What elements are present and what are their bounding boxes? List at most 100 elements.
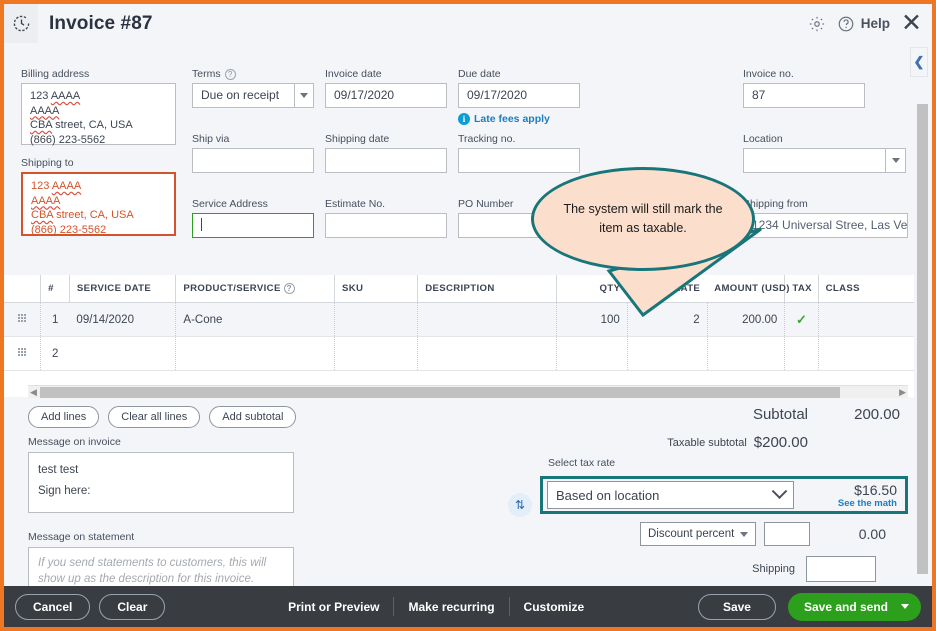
location-dropdown[interactable] <box>743 148 906 173</box>
row-sku[interactable] <box>335 337 418 371</box>
row-class[interactable] <box>818 303 918 337</box>
row-sku[interactable] <box>335 303 418 337</box>
footer-toolbar: Cancel Clear Print or Preview Make recur… <box>4 586 932 627</box>
service-address-input[interactable] <box>192 213 314 238</box>
estimate-no-input[interactable] <box>325 213 447 238</box>
ship-via-input[interactable] <box>192 148 314 173</box>
help-label[interactable]: Help <box>861 16 890 31</box>
terms-help-icon[interactable]: ? <box>225 69 236 80</box>
discount-type-select[interactable]: Discount percent <box>640 522 756 546</box>
add-lines-button[interactable]: Add lines <box>28 406 99 428</box>
tax-rate-highlight-box: Based on location $16.50 See the math <box>540 476 908 514</box>
gear-icon[interactable] <box>808 15 826 33</box>
clear-all-lines-button[interactable]: Clear all lines <box>108 406 200 428</box>
discount-input[interactable] <box>764 522 810 546</box>
service-address-label: Service Address <box>192 198 314 210</box>
invoice-lower-section: Add lines Clear all lines Add subtotal M… <box>4 398 918 586</box>
subtotal-value: 200.00 <box>808 406 900 423</box>
row-description[interactable] <box>418 303 557 337</box>
late-fees-label[interactable]: Late fees apply <box>474 113 550 125</box>
shipping-from-label: Shipping from <box>743 198 908 210</box>
row-description[interactable] <box>418 337 557 371</box>
collapse-panel-button[interactable]: ❮ <box>910 47 928 77</box>
discount-type-value: Discount percent <box>648 528 734 540</box>
tax-amount: $16.50 <box>838 482 897 498</box>
message-on-statement-label: Message on statement <box>28 531 294 543</box>
window-header: Invoice #87 Help ✕ <box>4 4 932 43</box>
info-icon: i <box>458 113 470 125</box>
subtotal-row: Subtotal 200.00 <box>540 406 900 423</box>
taxable-subtotal-row: Taxable subtotal $200.00 <box>488 434 808 451</box>
billing-line-2: AAAA <box>30 104 167 119</box>
table-horizontal-scrollbar[interactable]: ◀ ▶ <box>28 385 908 398</box>
col-index: # <box>41 275 70 303</box>
add-subtotal-button[interactable]: Add subtotal <box>209 406 296 428</box>
billing-line-1: 123 <box>30 90 51 102</box>
row-drag-handle[interactable] <box>4 303 41 337</box>
chevron-down-icon[interactable] <box>885 148 906 173</box>
due-date-input[interactable]: 09/17/2020 <box>458 83 580 108</box>
chevron-down-icon[interactable] <box>294 83 314 108</box>
location-value[interactable] <box>743 148 885 173</box>
shipping-line-2: AAAA <box>31 194 166 209</box>
invoice-date-label: Invoice date <box>325 68 447 80</box>
clear-button[interactable]: Clear <box>99 594 165 620</box>
shipping-amount-label: Shipping <box>752 563 795 575</box>
row-class[interactable] <box>818 337 918 371</box>
header-actions: Help ✕ <box>808 11 932 36</box>
message-invoice-line-2: Sign here: <box>38 481 284 502</box>
invoice-date-input[interactable]: 09/17/2020 <box>325 83 447 108</box>
close-icon[interactable]: ✕ <box>901 11 922 36</box>
callout-bubble: The system will still mark the item as t… <box>531 167 755 271</box>
late-fees-notice[interactable]: i Late fees apply <box>458 113 580 125</box>
row-service-date[interactable] <box>69 337 175 371</box>
print-or-preview-button[interactable]: Print or Preview <box>274 600 393 614</box>
tracking-no-label: Tracking no. <box>458 133 580 145</box>
chevron-down-icon <box>740 532 748 537</box>
row-index: 2 <box>41 337 70 371</box>
row-drag-handle[interactable] <box>4 337 41 371</box>
col-description: DESCRIPTION <box>418 275 557 303</box>
shipping-to-box[interactable]: 123 AAAA AAAA CBA street, CA, USA (866) … <box>21 172 176 236</box>
shipping-row: Shipping <box>752 556 876 582</box>
chevron-down-icon <box>772 483 788 499</box>
save-and-send-button[interactable]: Save and send <box>788 593 921 621</box>
message-on-invoice-input[interactable]: test test Sign here: <box>28 452 294 513</box>
scroll-right-icon[interactable]: ▶ <box>899 387 906 398</box>
tax-rate-value: Based on location <box>556 488 659 503</box>
chevron-down-icon[interactable] <box>901 604 909 609</box>
save-button[interactable]: Save <box>698 594 776 620</box>
message-invoice-line-1: test test <box>38 460 284 481</box>
scroll-left-icon[interactable]: ◀ <box>30 387 37 398</box>
tax-amount-group: $16.50 See the math <box>838 482 905 509</box>
billing-line-3: street, CA, USA <box>55 119 133 131</box>
shipping-line-4: (866) 223-5562 <box>31 223 166 238</box>
invoice-no-input[interactable]: 87 <box>743 83 865 108</box>
shipping-amount-input[interactable] <box>806 556 876 582</box>
scrollbar-thumb[interactable] <box>40 387 840 398</box>
question-circle-icon[interactable] <box>837 15 855 33</box>
see-the-math-link[interactable]: See the math <box>838 498 897 509</box>
swap-arrows-icon[interactable]: ⇅ <box>508 493 532 517</box>
terms-dropdown[interactable]: Due on receipt <box>192 83 314 108</box>
row-index: 1 <box>41 303 70 337</box>
product-service-help-icon[interactable]: ? <box>284 283 295 294</box>
terms-value[interactable]: Due on receipt <box>192 83 294 108</box>
shipping-date-input[interactable] <box>325 148 447 173</box>
cancel-button[interactable]: Cancel <box>15 594 90 620</box>
customize-button[interactable]: Customize <box>510 600 599 614</box>
row-product[interactable] <box>176 337 335 371</box>
row-product[interactable]: A-Cone <box>176 303 335 337</box>
ship-via-label: Ship via <box>192 133 314 145</box>
row-service-date[interactable]: 09/14/2020 <box>69 303 175 337</box>
page-vertical-scrollbar[interactable] <box>917 104 928 574</box>
estimate-no-label: Estimate No. <box>325 198 447 210</box>
taxable-subtotal-value: $200.00 <box>754 434 808 451</box>
shipping-to-label: Shipping to <box>21 157 176 169</box>
tax-rate-select[interactable]: Based on location <box>547 481 794 509</box>
drag-grip-icon <box>18 314 27 323</box>
discount-value: 0.00 <box>818 526 886 542</box>
make-recurring-button[interactable]: Make recurring <box>394 600 508 614</box>
billing-address-box[interactable]: 123 123 AAAAAAAA AAAA CBA street, CA, US… <box>21 83 176 145</box>
subtotal-label: Subtotal <box>753 406 808 423</box>
